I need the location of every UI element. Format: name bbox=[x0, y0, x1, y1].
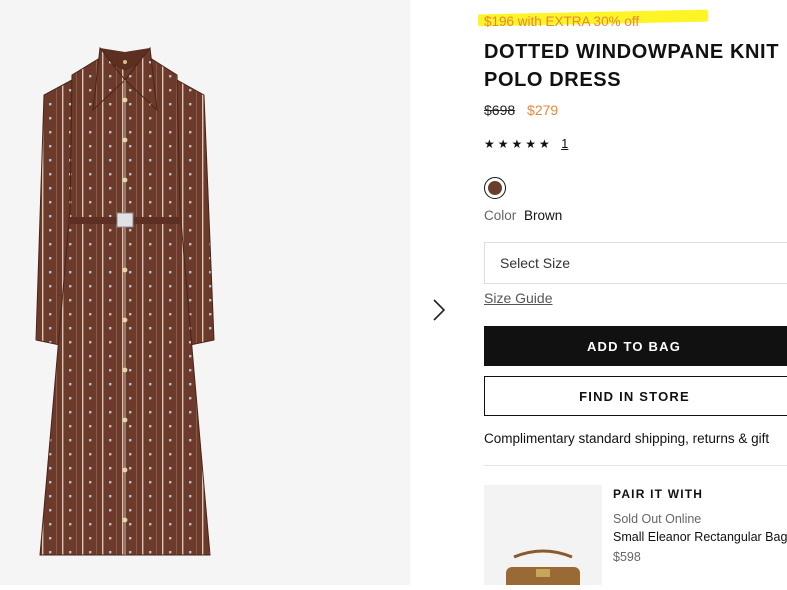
chevron-right-icon bbox=[433, 299, 446, 321]
shipping-message: Complimentary standard shipping, returns… bbox=[484, 431, 770, 446]
review-count-link[interactable]: 1 bbox=[561, 136, 568, 151]
color-row: Color Brown bbox=[484, 208, 562, 223]
add-to-bag-button[interactable]: ADD TO BAG bbox=[484, 326, 787, 366]
product-title-line1: DOTTED WINDOWPANE KNIT bbox=[484, 41, 780, 63]
color-swatch-brown[interactable] bbox=[484, 177, 506, 199]
price-row: $698 $279 bbox=[484, 102, 558, 118]
pair-product-image[interactable] bbox=[484, 485, 602, 585]
product-image-dress bbox=[35, 46, 215, 556]
product-title: DOTTED WINDOWPANE KNIT POLO DRESS bbox=[484, 38, 787, 94]
section-divider bbox=[484, 465, 787, 466]
product-image-gallery bbox=[0, 0, 410, 585]
original-price: $698 bbox=[484, 102, 516, 118]
bag-image bbox=[506, 549, 580, 585]
pair-it-with-heading: PAIR IT WITH bbox=[613, 487, 704, 501]
sale-price: $279 bbox=[527, 102, 559, 118]
pair-stock-status: Sold Out Online bbox=[613, 512, 702, 526]
pair-product-name[interactable]: Small Eleanor Rectangular Bag bbox=[613, 530, 787, 544]
next-image-button[interactable] bbox=[428, 296, 450, 324]
promo-text: $196 with EXTRA 30% off bbox=[484, 14, 640, 29]
color-value: Brown bbox=[524, 208, 563, 223]
size-guide-link[interactable]: Size Guide bbox=[484, 290, 552, 306]
rating-stars-icon: ★★★★★ bbox=[484, 137, 553, 151]
pair-product-price: $598 bbox=[613, 550, 641, 564]
product-title-line2: POLO DRESS bbox=[484, 69, 622, 91]
size-select[interactable]: Select Size bbox=[484, 242, 787, 284]
rating[interactable]: ★★★★★ 1 bbox=[484, 136, 568, 151]
find-in-store-button[interactable]: FIND IN STORE bbox=[484, 376, 787, 416]
color-label: Color bbox=[484, 208, 517, 223]
swatch-fill bbox=[488, 181, 502, 195]
